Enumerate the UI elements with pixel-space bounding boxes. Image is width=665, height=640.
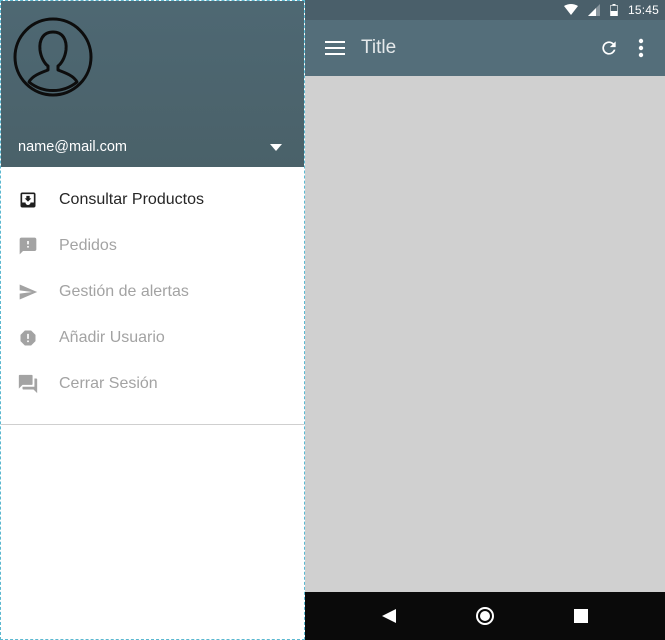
account-switcher[interactable]: name@mail.com [1,129,304,165]
forum-icon [1,361,59,407]
drawer-divider [1,424,304,425]
toolbar-title: Title [361,37,397,58]
more-vert-icon[interactable] [625,20,657,76]
account-email: name@mail.com [18,139,127,155]
send-icon [1,269,59,315]
drawer-menu: Consultar Productos Pedidos Gestión de a… [1,177,304,407]
move-to-inbox-icon [1,177,59,223]
menu-item-label: Gestión de alertas [59,283,189,300]
menu-item-label: Añadir Usuario [59,329,165,346]
menu-item-gestion-de-alertas[interactable]: Gestión de alertas [1,269,304,315]
app-toolbar: Title [305,20,665,76]
status-bar: 15:45 [305,0,665,20]
navigation-bar [305,592,665,640]
menu-item-label: Consultar Productos [59,191,204,208]
wifi-icon [563,4,578,16]
navigation-drawer: name@mail.com Consultar Productos Pedido… [0,0,305,640]
menu-item-pedidos[interactable]: Pedidos [1,223,304,269]
drawer-header: name@mail.com [1,1,304,167]
menu-item-consultar-productos[interactable]: Consultar Productos [1,177,304,223]
home-icon[interactable] [437,592,533,640]
recents-icon[interactable] [533,592,629,640]
menu-item-label: Pedidos [59,237,117,254]
menu-item-anadir-usuario[interactable]: Añadir Usuario [1,315,304,361]
arrow-drop-down-icon[interactable] [256,129,296,165]
person-avatar-icon[interactable] [12,16,94,98]
back-icon[interactable] [341,592,437,640]
hamburger-menu-icon[interactable] [307,20,363,76]
menu-item-cerrar-sesion[interactable]: Cerrar Sesión [1,361,304,407]
menu-item-label: Cerrar Sesión [59,375,158,392]
error-icon [1,315,59,361]
signal-icon [587,4,600,16]
feedback-icon [1,223,59,269]
battery-icon [609,4,618,16]
status-time: 15:45 [627,3,659,17]
content-area [305,76,665,592]
app-screen: 15:45 Title [305,0,665,640]
refresh-icon[interactable] [593,20,625,76]
